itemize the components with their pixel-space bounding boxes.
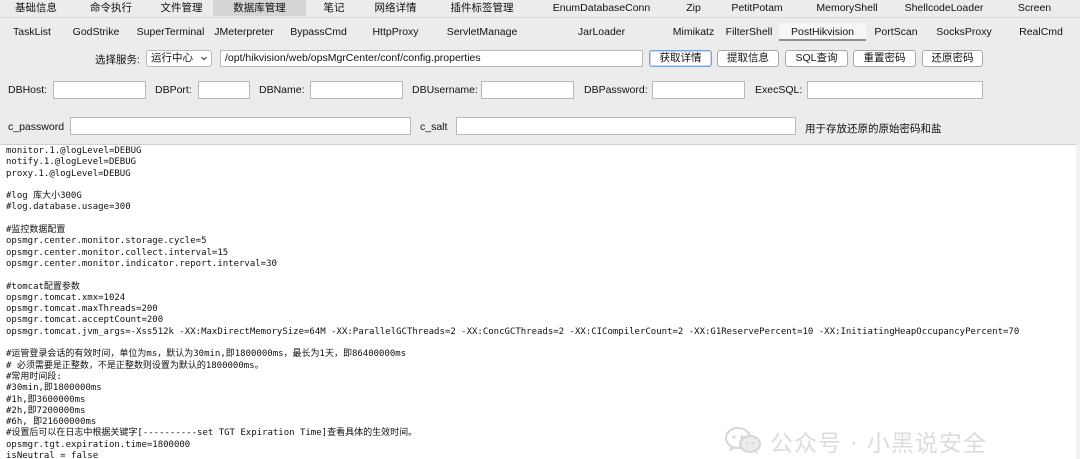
config-line: #监控数据配置 bbox=[6, 225, 66, 236]
tab-divider bbox=[0, 17, 1080, 18]
tab-main-3[interactable]: 数据库管理 bbox=[213, 0, 306, 16]
service-label: 选择服务: bbox=[95, 54, 140, 66]
db-port-label: DBPort: bbox=[155, 84, 192, 96]
db-password-input[interactable] bbox=[652, 81, 745, 99]
tab-plugin-1[interactable]: GodStrike bbox=[64, 23, 128, 41]
tab-plugin-2[interactable]: SuperTerminal bbox=[128, 23, 213, 41]
plugin-tab-bar: TaskList GodStrike SuperTerminal JMeterpret… bbox=[0, 23, 1080, 41]
config-line: opsmgr.tomcat.jvm_args=-Xss512k -XX:MaxD… bbox=[6, 326, 1020, 337]
tab-main-0[interactable]: 基础信息 bbox=[0, 0, 72, 16]
exec-sql-label: ExecSQL: bbox=[755, 84, 803, 96]
config-line: #运管登录会话的有效时间，单位为ms，默认为30min,即1800000ms，最… bbox=[6, 349, 407, 360]
tab-main-8[interactable]: Zip bbox=[668, 0, 719, 16]
tab-main-12[interactable]: Screen bbox=[989, 0, 1080, 16]
config-line: opsmgr.tomcat.xmx=1024 bbox=[6, 292, 126, 303]
tab-plugin-11[interactable]: PortScan bbox=[866, 23, 926, 41]
tab-main-7[interactable]: EnumDatabaseConn bbox=[535, 0, 668, 16]
tab-plugin-0[interactable]: TaskList bbox=[0, 23, 64, 41]
tab-plugin-4[interactable]: BypassCmd bbox=[275, 23, 362, 41]
config-line: opsmgr.tomcat.acceptCount=200 bbox=[6, 315, 164, 326]
vertical-scrollbar[interactable] bbox=[1076, 144, 1080, 459]
tab-plugin-13[interactable]: RealCmd bbox=[1002, 23, 1080, 41]
config-line bbox=[6, 270, 1076, 281]
config-line: #log 库大小300G bbox=[6, 191, 82, 202]
c-salt-input[interactable] bbox=[456, 117, 796, 135]
config-line: #2h,即7200000ms bbox=[6, 405, 86, 416]
tab-main-6[interactable]: 插件标签管理 bbox=[429, 0, 535, 16]
config-line: #常用时间段: bbox=[6, 371, 62, 382]
config-line: notify.1.@logLevel=DEBUG bbox=[6, 157, 137, 168]
tab-main-2[interactable]: 文件管理 bbox=[150, 0, 213, 16]
tab-main-5[interactable]: 网络详情 bbox=[362, 0, 429, 16]
config-line: opsmgr.tomcat.maxThreads=200 bbox=[6, 304, 158, 315]
config-line: #30min,即1800000ms bbox=[6, 383, 102, 394]
sql-query-button[interactable]: SQL查询 bbox=[785, 50, 848, 67]
config-line: opsmgr.center.monitor.indicator.report.i… bbox=[6, 258, 277, 269]
config-line: #1h,即3600000ms bbox=[6, 394, 86, 405]
service-select-value: 运行中心 bbox=[151, 52, 193, 64]
reset-password-button[interactable]: 重置密码 bbox=[853, 50, 916, 67]
tab-plugin-12[interactable]: SocksProxy bbox=[926, 23, 1002, 41]
db-username-input[interactable] bbox=[481, 81, 574, 99]
tab-main-11[interactable]: ShellcodeLoader bbox=[899, 0, 989, 16]
config-text: monitor.1.@logLevel=DEBUG notify.1.@logLe… bbox=[0, 145, 1076, 459]
config-line: proxy.1.@logLevel=DEBUG bbox=[6, 168, 131, 179]
top-tab-bar: 基础信息 命令执行 文件管理 数据库管理 笔记 网络详情 插件标签管理 EnumDatabas… bbox=[0, 0, 1080, 16]
tab-main-10[interactable]: MemoryShell bbox=[795, 0, 899, 16]
config-line: opsmgr.center.monitor.storage.cycle=5 bbox=[6, 236, 207, 247]
tab-main-4[interactable]: 笔记 bbox=[306, 0, 362, 16]
chevron-down-icon bbox=[201, 56, 207, 61]
tab-plugin-8[interactable]: Mimikatz bbox=[668, 23, 719, 41]
db-name-label: DBName: bbox=[259, 84, 305, 96]
tab-main-9[interactable]: PetitPotam bbox=[719, 0, 795, 16]
config-line: monitor.1.@logLevel=DEBUG bbox=[6, 146, 142, 156]
get-details-button[interactable]: 获取详情 bbox=[649, 50, 712, 67]
exec-sql-input[interactable] bbox=[807, 81, 983, 99]
wechat-icon bbox=[725, 427, 761, 454]
config-line bbox=[6, 180, 1076, 191]
db-name-input[interactable] bbox=[310, 81, 403, 99]
config-line bbox=[6, 338, 1076, 349]
c-salt-label: c_salt bbox=[420, 121, 448, 133]
db-username-label: DBUsername: bbox=[412, 84, 478, 96]
config-path-input[interactable]: /opt/hikvision/web/opsMgrCenter/conf/con… bbox=[220, 50, 643, 67]
extract-info-button[interactable]: 提取信息 bbox=[717, 50, 779, 67]
restore-password-button[interactable]: 还原密码 bbox=[922, 50, 983, 67]
watermark: 公众号 · 小黑说安全 bbox=[724, 425, 987, 457]
service-select[interactable]: 运行中心 bbox=[146, 50, 212, 67]
db-password-label: DBPassword: bbox=[584, 84, 648, 96]
restore-hint: 用于存放还原的原始密码和盐 bbox=[805, 123, 942, 135]
config-line: #tomcat配置参数 bbox=[6, 281, 80, 292]
db-host-label: DBHost: bbox=[8, 84, 48, 96]
db-host-input[interactable] bbox=[53, 81, 146, 99]
tab-plugin-7[interactable]: JarLoader bbox=[535, 23, 668, 41]
config-line bbox=[6, 214, 1076, 225]
tab-plugin-9[interactable]: FilterShell bbox=[719, 23, 779, 41]
config-line: # 必须需要是正整数，不是正整数则设置为默认的1800000ms。 bbox=[6, 360, 264, 371]
config-line: #log.database.usage=300 bbox=[6, 202, 131, 213]
c-password-input[interactable] bbox=[70, 117, 411, 135]
config-content-textarea[interactable]: monitor.1.@logLevel=DEBUG notify.1.@logLe… bbox=[0, 144, 1076, 459]
tab-plugin-5[interactable]: HttpProxy bbox=[362, 23, 429, 41]
c-password-label: c_password bbox=[8, 121, 65, 133]
config-line: opsmgr.center.monitor.collect.interval=1… bbox=[6, 247, 229, 258]
tab-plugin-10[interactable]: PostHikvision bbox=[779, 23, 866, 41]
tab-plugin-3[interactable]: JMeterpreter bbox=[213, 23, 275, 41]
tab-main-1[interactable]: 命令执行 bbox=[72, 0, 150, 16]
tab-plugin-6[interactable]: ServletManage bbox=[429, 23, 535, 41]
watermark-text: 公众号 · 小黑说安全 bbox=[770, 431, 987, 457]
db-port-input[interactable] bbox=[198, 81, 250, 99]
